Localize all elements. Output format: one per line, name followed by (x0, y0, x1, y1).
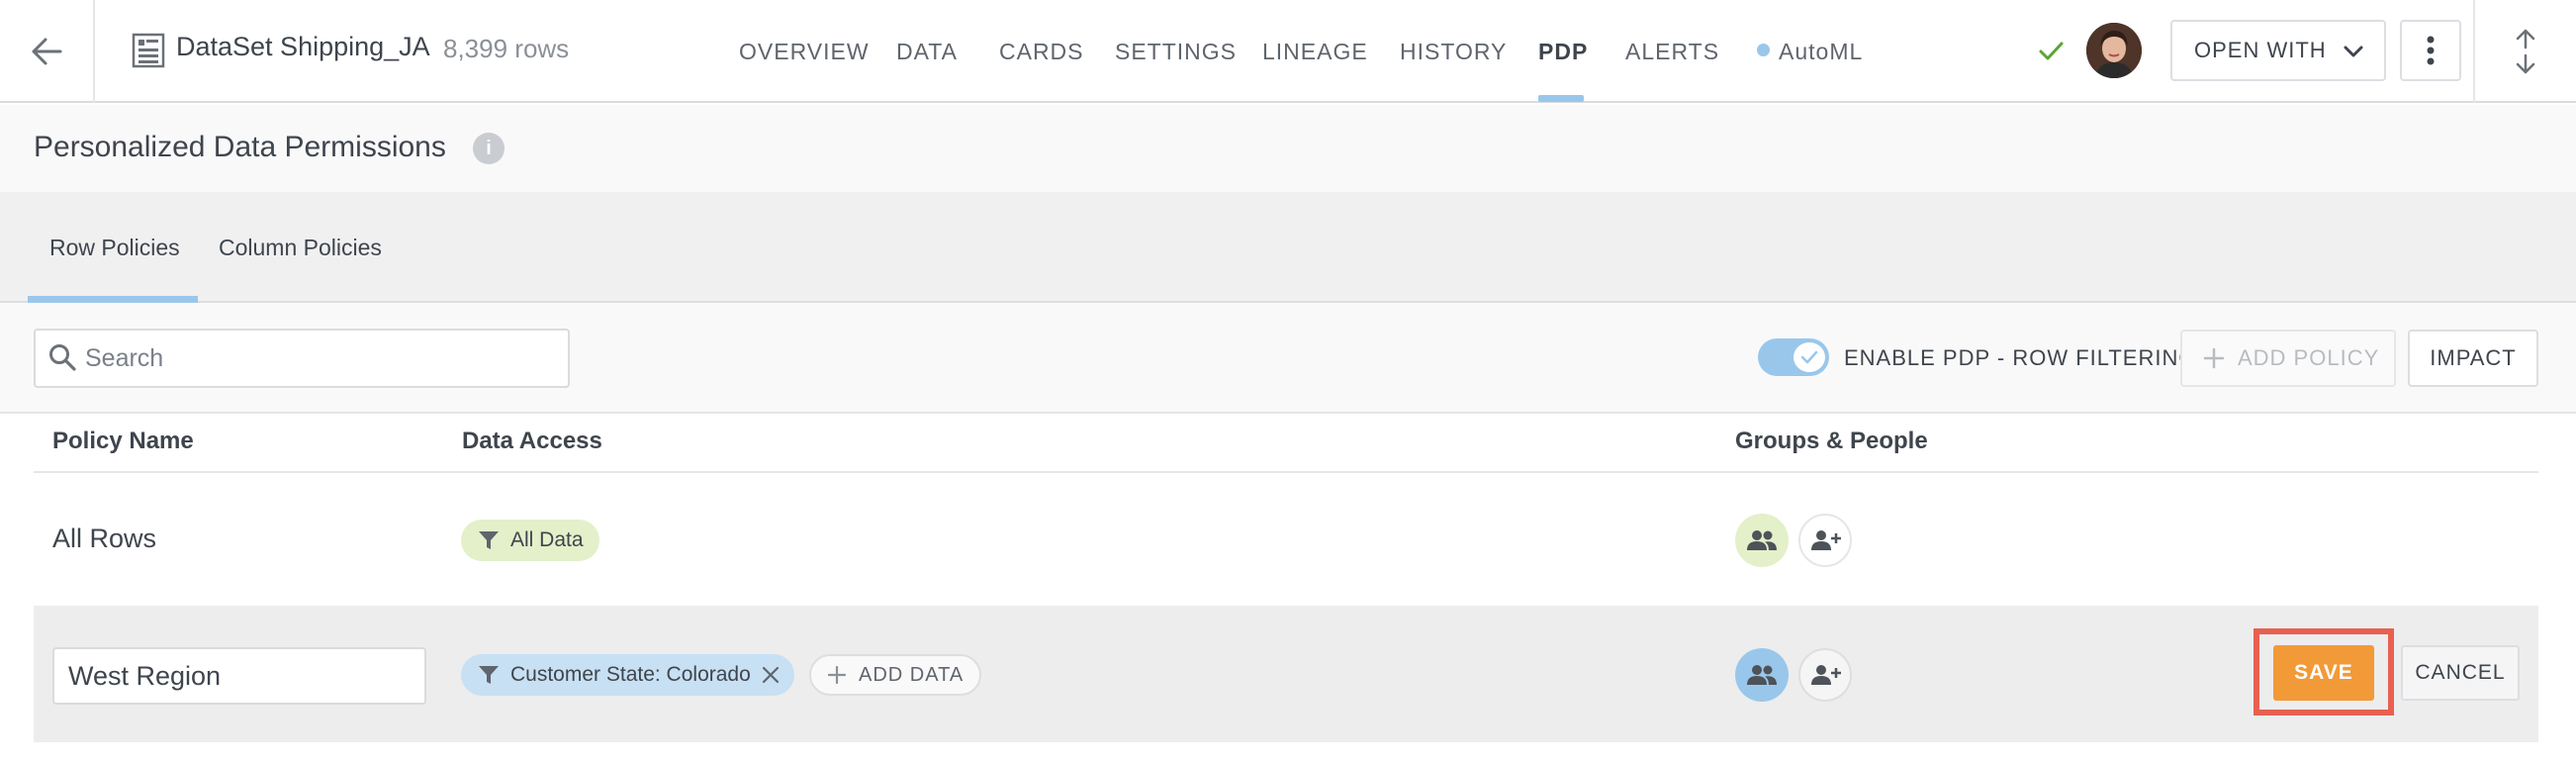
dataset-name: DataSet Shipping_JA (176, 32, 430, 61)
plus-icon (827, 665, 847, 685)
page-title: Personalized Data Permissions (34, 131, 446, 163)
check-icon (2039, 42, 2064, 60)
column-header-data-access: Data Access (462, 428, 602, 454)
group-avatar[interactable] (1735, 648, 1789, 702)
active-subtab-indicator (28, 296, 198, 303)
back-arrow-icon (32, 38, 62, 65)
column-header-policy-name: Policy Name (52, 428, 194, 454)
expand-vertical-icon (2516, 29, 2535, 74)
kebab-menu-icon (2427, 36, 2435, 65)
cancel-button[interactable]: CANCEL (2401, 645, 2520, 701)
add-person-icon (1811, 665, 1841, 685)
add-policy-button[interactable]: ADD POLICY (2180, 330, 2396, 387)
filter-icon (479, 666, 499, 684)
search-icon (49, 344, 76, 371)
tab-row-policies[interactable]: Row Policies (49, 192, 180, 303)
add-person-button[interactable] (1798, 648, 1852, 702)
back-button[interactable] (0, 0, 95, 103)
open-with-label: OPEN WITH (2194, 38, 2327, 62)
filter-pill[interactable]: Customer State: Colorado (461, 654, 794, 696)
filter-pill[interactable]: All Data (461, 520, 599, 561)
expand-button[interactable] (2473, 0, 2576, 103)
add-data-label: ADD DATA (859, 663, 965, 686)
add-person-icon (1811, 530, 1841, 550)
save-button[interactable]: SAVE (2273, 645, 2374, 701)
plus-icon (2203, 347, 2225, 369)
open-with-button[interactable]: OPEN WITH (2170, 20, 2386, 81)
policy-name-input[interactable] (52, 647, 426, 705)
tab-pdp[interactable]: PDP (1538, 0, 1588, 103)
group-icon (1747, 665, 1777, 685)
close-icon[interactable] (761, 665, 781, 685)
tab-data[interactable]: DATA (896, 0, 958, 103)
filter-pill-label: All Data (510, 528, 584, 551)
more-options-button[interactable] (2400, 20, 2461, 81)
header-divider (34, 471, 2538, 473)
check-icon (1800, 350, 1818, 364)
tab-history[interactable]: HISTORY (1400, 0, 1507, 103)
tab-cards[interactable]: CARDS (999, 0, 1084, 103)
row-count: 8,399 rows (443, 34, 570, 63)
user-photo (2086, 23, 2142, 78)
info-icon[interactable]: i (473, 133, 505, 164)
impact-button[interactable]: IMPACT (2408, 330, 2538, 387)
automl-status-dot (1757, 44, 1770, 56)
policy-tabs-bar (0, 192, 2576, 303)
policy-name: All Rows (52, 524, 157, 553)
filter-icon (479, 531, 499, 549)
group-icon (1747, 530, 1777, 550)
tab-column-policies[interactable]: Column Policies (219, 192, 382, 303)
tab-lineage[interactable]: LINEAGE (1262, 0, 1368, 103)
filter-pill-label: Customer State: Colorado (510, 663, 751, 686)
toggle-label: ENABLE PDP - ROW FILTERING (1844, 345, 2197, 370)
group-avatar[interactable] (1735, 514, 1789, 567)
tab-settings[interactable]: SETTINGS (1115, 0, 1237, 103)
toggle-knob (1794, 342, 1825, 372)
tab-alerts[interactable]: ALERTS (1625, 0, 1719, 103)
add-data-button[interactable]: ADD DATA (809, 654, 982, 696)
add-policy-label: ADD POLICY (2238, 345, 2380, 370)
chevron-down-icon (2344, 46, 2363, 57)
dataset-icon (132, 33, 165, 68)
add-person-button[interactable] (1798, 514, 1852, 567)
tab-overview[interactable]: OVERVIEW (739, 0, 870, 103)
column-header-groups-people: Groups & People (1735, 428, 1928, 454)
avatar[interactable] (2086, 23, 2142, 78)
active-tab-indicator (1538, 95, 1584, 102)
tab-automl[interactable]: AutoML (1779, 0, 1863, 103)
search-input[interactable] (85, 333, 560, 384)
